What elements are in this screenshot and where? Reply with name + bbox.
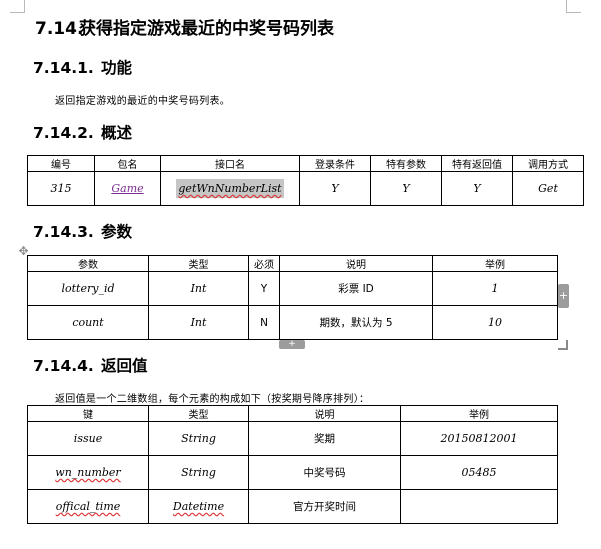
header-cell: 登录条件 [299, 155, 371, 172]
return-example-cell: 05485 [400, 455, 558, 490]
param-desc-cell: 彩票 ID [279, 271, 433, 306]
subsection-number: 7.14.4. [33, 357, 94, 375]
subsection-heading-overview: 7.14.2. 概述 [33, 121, 132, 143]
header-cell: 编号 [27, 155, 95, 172]
header-cell: 类型 [148, 405, 249, 422]
table-row: lottery_id Int Y 彩票 ID 1 [27, 271, 558, 306]
returns-cell: Y [441, 171, 513, 206]
return-type-text: Datetime [172, 500, 225, 513]
params-cell: Y [370, 171, 442, 206]
function-description: 返回指定游戏的最近的中奖号码列表。 [55, 96, 231, 107]
header-cell: 举例 [400, 405, 558, 422]
subsection-heading-return: 7.14.4. 返回值 [33, 354, 148, 376]
return-description: 返回值是一个二维数组，每个元素的构成如下（按奖期号降序排列）： [55, 394, 370, 405]
header-cell: 接口名 [160, 155, 300, 172]
param-name-cell: lottery_id [27, 271, 149, 306]
package-link[interactable]: Game [111, 182, 143, 195]
return-type-cell: String [148, 455, 249, 490]
table-row: issue String 奖期 20150812001 [27, 421, 558, 456]
id-cell: 315 [27, 171, 95, 206]
header-cell: 包名 [94, 155, 161, 172]
table-row: wn_number String 中奖号码 05485 [27, 455, 558, 490]
param-example-cell: 10 [432, 305, 558, 340]
method-cell: Get [512, 171, 584, 206]
return-key-text: wn_number [55, 466, 121, 479]
header-cell: 参数 [27, 255, 149, 272]
return-key-cell: offical_time [27, 489, 149, 524]
subsection-title: 参数 [101, 223, 133, 241]
interface-cell: getWnNumberList [160, 171, 300, 206]
header-cell: 键 [27, 405, 149, 422]
header-cell: 必须 [248, 255, 280, 272]
param-required-cell: N [248, 305, 280, 340]
subsection-number: 7.14.3. [33, 223, 94, 241]
page-corner-mark [566, 0, 581, 13]
subsection-heading-function: 7.14.1. 功能 [33, 56, 132, 78]
return-desc-cell: 奖期 [248, 421, 401, 456]
subsection-number: 7.14.2. [33, 124, 94, 142]
add-row-icon[interactable]: + [279, 340, 305, 349]
subsection-number: 7.14.1. [33, 59, 94, 77]
return-key-text: offical_time [55, 500, 121, 513]
document-page: 7.14.获得指定游戏最近的中奖号码列表 7.14.1. 功能 返回指定游戏的最近… [0, 0, 601, 549]
overview-table: 编号 包名 接口名 登录条件 特有参数 特有返回值 调用方式 315 Game … [27, 155, 584, 206]
return-example-cell: 20150812001 [400, 421, 558, 456]
header-cell: 说明 [279, 255, 433, 272]
return-table: 键 类型 说明 举例 issue String 奖期 20150812001 w… [27, 405, 558, 524]
param-name-cell: count [27, 305, 149, 340]
table-row: offical_time Datetime 官方开奖时间 [27, 489, 558, 524]
interface-name-highlight: getWnNumberList [176, 179, 284, 198]
header-cell: 类型 [148, 255, 249, 272]
subsection-title: 概述 [101, 124, 133, 142]
table-row: 315 Game getWnNumberList Y Y Y Get [27, 171, 584, 206]
return-key-cell: wn_number [27, 455, 149, 490]
params-table: 参数 类型 必须 说明 举例 lottery_id Int Y 彩票 ID 1 … [27, 255, 558, 340]
page-corner-mark [10, 0, 25, 13]
param-example-cell: 1 [432, 271, 558, 306]
param-desc-cell: 期数，默认为 5 [279, 305, 433, 340]
add-column-icon[interactable]: + [558, 284, 569, 308]
param-required-cell: Y [248, 271, 280, 306]
return-example-cell [400, 489, 558, 524]
subsection-title: 功能 [101, 59, 133, 77]
header-cell: 特有返回值 [441, 155, 513, 172]
header-cell: 特有参数 [370, 155, 442, 172]
heading-number: 7.14. [35, 19, 84, 39]
header-cell: 说明 [248, 405, 401, 422]
return-type-cell: String [148, 421, 249, 456]
login-cell: Y [299, 171, 371, 206]
heading-title: 获得指定游戏最近的中奖号码列表 [79, 19, 334, 39]
section-heading: 7.14.获得指定游戏最近的中奖号码列表 [35, 14, 334, 39]
subsection-title: 返回值 [101, 357, 148, 375]
package-cell: Game [94, 171, 161, 206]
subsection-heading-params: 7.14.3. 参数 [33, 220, 132, 242]
return-type-cell: Datetime [148, 489, 249, 524]
param-type-cell: Int [148, 305, 249, 340]
return-key-cell: issue [27, 421, 149, 456]
table-resize-icon[interactable] [558, 340, 568, 350]
return-desc-cell: 中奖号码 [248, 455, 401, 490]
header-cell: 调用方式 [512, 155, 584, 172]
table-row: count Int N 期数，默认为 5 10 [27, 305, 558, 340]
header-cell: 举例 [432, 255, 558, 272]
return-desc-cell: 官方开奖时间 [248, 489, 401, 524]
param-type-cell: Int [148, 271, 249, 306]
